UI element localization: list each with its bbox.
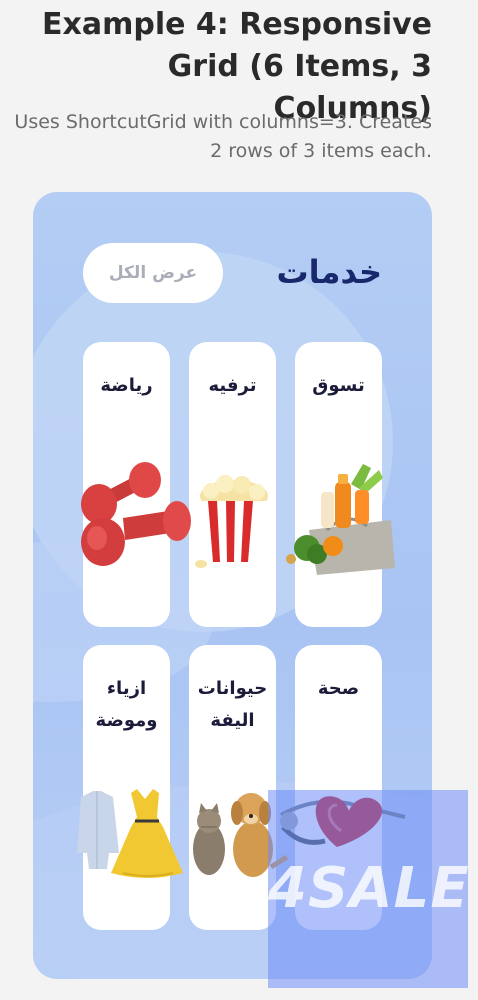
tile-label: ازياء وموضة [95, 678, 158, 731]
tile-label: تسوق [312, 375, 365, 396]
grocery-bag-icon [286, 464, 395, 575]
watermark: 4SALE [268, 790, 470, 988]
dumbbell-icon [81, 462, 191, 566]
tile-label: حيوانات اليفة [197, 678, 268, 731]
shortcut-tile-pets[interactable]: حيوانات اليفة [189, 645, 289, 930]
services-title: خدمات [276, 253, 382, 291]
fashion-icon [77, 789, 183, 878]
shortcut-tile-fashion[interactable]: ازياء وموضة [77, 645, 183, 930]
tile-label: ترفيه [208, 375, 257, 396]
shortcut-tile-sports[interactable]: رياضة [81, 342, 191, 627]
view-all-button[interactable]: عرض الكل [83, 243, 223, 303]
shortcut-tile-shopping[interactable]: تسوق [286, 342, 395, 627]
tile-label: صحة [317, 678, 360, 699]
shortcut-tile-entertainment[interactable]: ترفيه [189, 342, 276, 627]
popcorn-icon [195, 475, 268, 568]
watermark-logo-text: 4SALE [268, 856, 470, 921]
page-description: Uses ShortcutGrid with columns=3. Create… [14, 111, 432, 162]
tile-label: رياضة [100, 375, 153, 396]
